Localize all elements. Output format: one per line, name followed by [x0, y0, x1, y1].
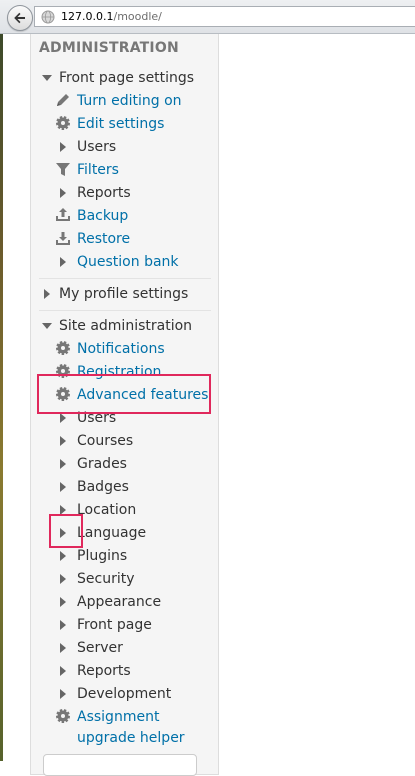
arrow-left-icon: [14, 12, 25, 24]
triangle-right-icon: [55, 592, 71, 612]
section-divider: [39, 278, 211, 279]
gear-icon: [55, 707, 71, 727]
edit-settings-label: Edit settings: [77, 116, 165, 132]
front-page-settings-label: Front page settings: [59, 70, 195, 86]
triangle-right-icon: [55, 684, 71, 704]
next-block-box: [43, 754, 197, 776]
triangle-right-icon: [55, 477, 71, 497]
site-users-label: Users: [77, 410, 117, 426]
courses-label: Courses: [77, 433, 134, 449]
badges-label: Badges: [77, 479, 129, 495]
security-label: Security: [77, 571, 135, 587]
upload-icon: [55, 206, 71, 226]
language-label: Language: [77, 525, 147, 541]
assignment-label: Assignment: [77, 709, 160, 725]
triangle-right-icon: [55, 615, 71, 635]
front-reports-label: Reports: [77, 185, 131, 201]
triangle-right-icon: [55, 569, 71, 589]
funnel-icon: [55, 160, 71, 180]
front-page-label: Front page: [77, 617, 152, 633]
appearance-label: Appearance: [77, 594, 162, 610]
back-button[interactable]: [7, 5, 33, 31]
triangle-right-icon: [55, 500, 71, 520]
triangle-right-icon: [55, 408, 71, 428]
site-reports-label: Reports: [77, 663, 131, 679]
front-users-label: Users: [77, 139, 117, 155]
triangle-right-icon: [55, 137, 71, 157]
triangle-right-icon: [55, 431, 71, 451]
site-administration-label: Site administration: [59, 318, 193, 334]
notifications-label: Notifications: [77, 341, 165, 357]
page-content: ADMINISTRATION Front page settings Turn …: [3, 34, 415, 776]
location-label: Location: [77, 502, 137, 518]
gear-icon: [55, 114, 71, 134]
gear-icon: [55, 362, 71, 382]
triangle-down-icon: [39, 316, 55, 336]
triangle-right-icon: [39, 284, 55, 304]
pencil-icon: [55, 91, 71, 111]
triangle-right-icon: [55, 638, 71, 658]
grades-label: Grades: [77, 456, 127, 472]
triangle-right-icon: [55, 183, 71, 203]
section-divider: [39, 310, 211, 311]
address-bar[interactable]: 127.0.0.1/moodle/: [34, 6, 415, 27]
restore-label: Restore: [77, 231, 131, 247]
url-text: 127.0.0.1/moodle/: [61, 10, 162, 23]
registration-label: Registration: [77, 364, 162, 380]
triangle-right-icon: [55, 523, 71, 543]
server-label: Server: [77, 640, 123, 656]
browser-toolbar: 127.0.0.1/moodle/: [0, 0, 415, 34]
question-bank-label: Question bank: [77, 254, 179, 270]
triangle-right-icon: [55, 454, 71, 474]
gear-icon: [55, 339, 71, 359]
upgrade-helper-label: upgrade helper: [77, 730, 185, 746]
triangle-right-icon: [55, 252, 71, 272]
my-profile-settings-label: My profile settings: [59, 286, 189, 302]
administration-block: ADMINISTRATION Front page settings Turn …: [30, 34, 219, 776]
advanced-features-label: Advanced features: [77, 387, 209, 403]
download-icon: [55, 229, 71, 249]
gear-icon: [55, 385, 71, 405]
url-path: /moodle/: [113, 10, 162, 23]
plugins-label: Plugins: [77, 548, 128, 564]
development-label: Development: [77, 686, 172, 702]
triangle-down-icon: [39, 68, 55, 88]
triangle-right-icon: [55, 546, 71, 566]
turn-editing-on-label: Turn editing on: [77, 93, 182, 109]
backup-label: Backup: [77, 208, 129, 224]
url-host: 127.0.0.1: [61, 10, 114, 23]
globe-icon: [41, 10, 55, 24]
block-title: ADMINISTRATION: [39, 40, 179, 56]
triangle-right-icon: [55, 661, 71, 681]
filters-label: Filters: [77, 162, 119, 178]
